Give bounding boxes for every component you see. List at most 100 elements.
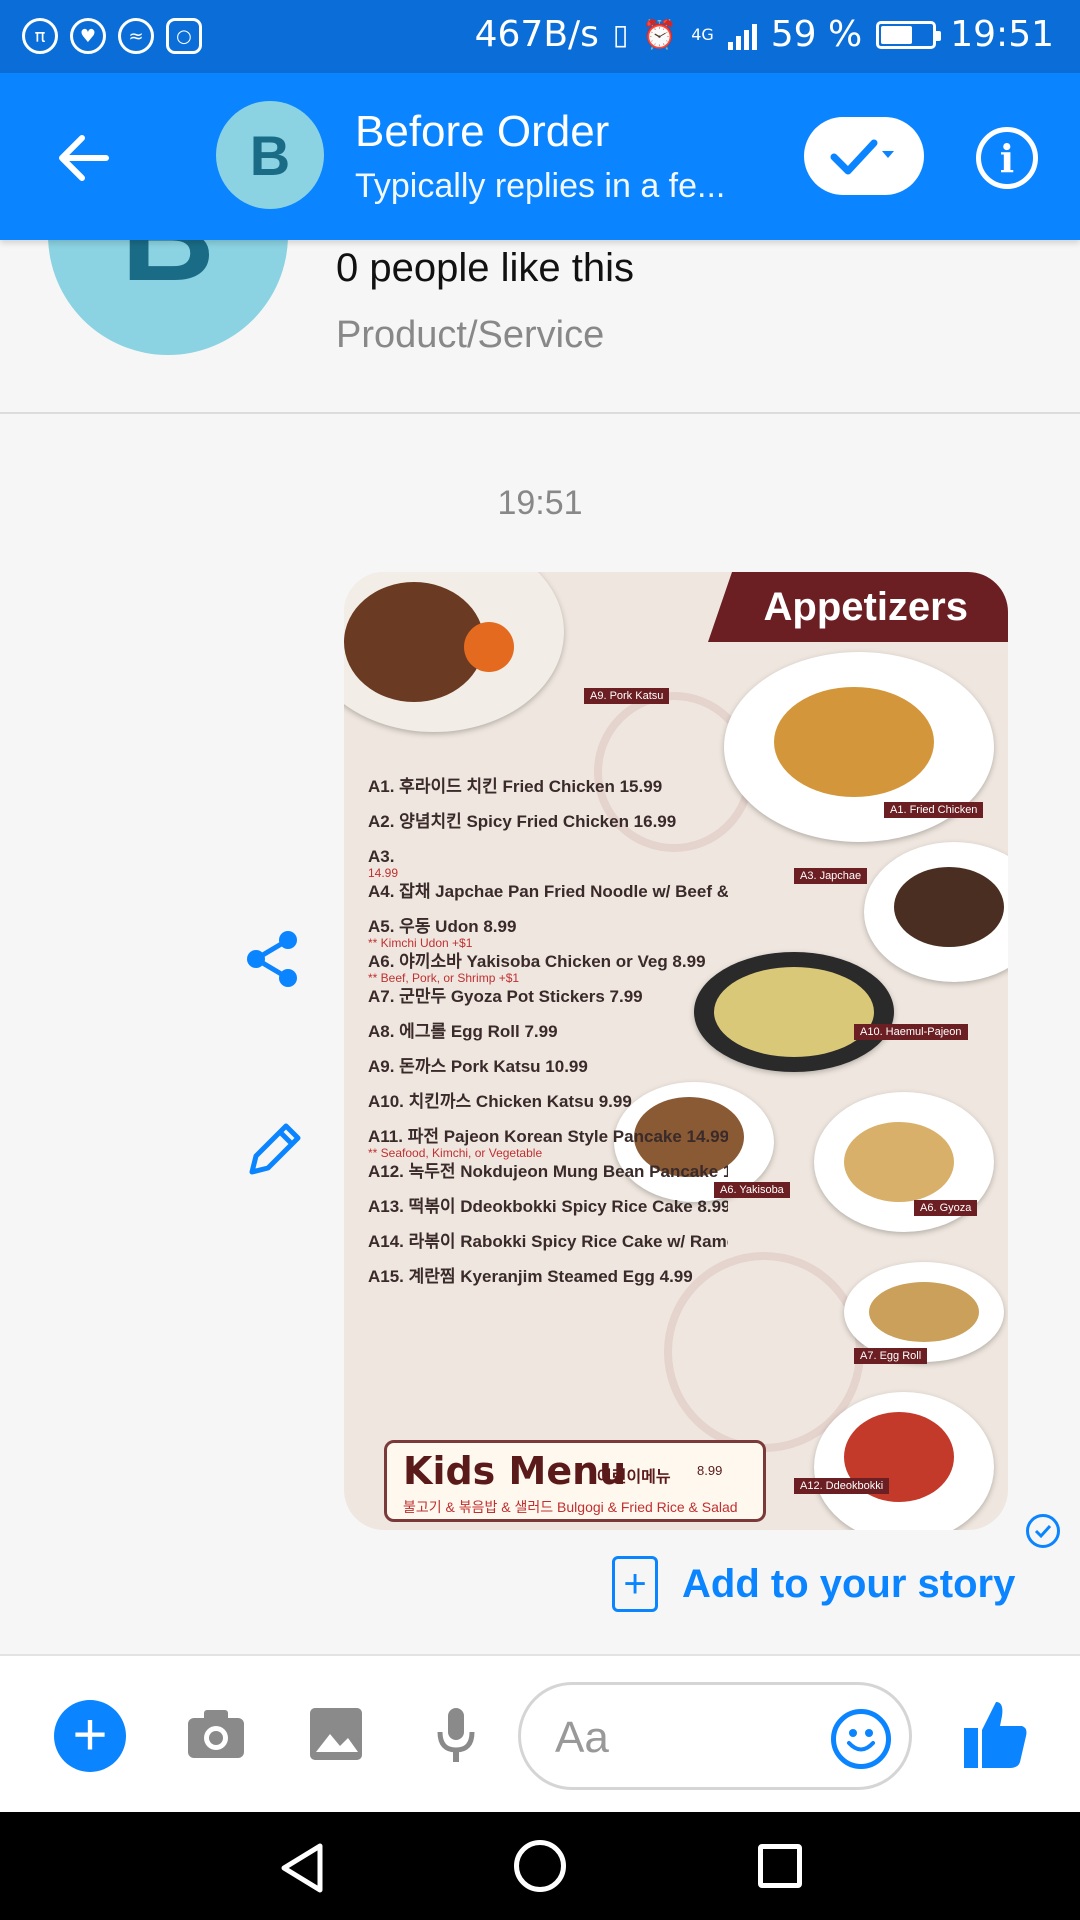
thumbs-up-icon — [964, 1702, 1027, 1768]
menu-item-text: A1. 후라이드 치킨 Fried Chicken 15.99 — [368, 777, 663, 796]
nav-back-icon[interactable] — [278, 1842, 328, 1894]
page-avatar-large[interactable]: B — [48, 240, 288, 355]
menu-item-text: A7. 군만두 Gyoza Pot Stickers 7.99 — [368, 987, 643, 1006]
menu-item-text: A13. 떡볶이 Ddeokbokki Spicy Rice Cake 8.99 — [368, 1197, 728, 1216]
menu-item-text: A11. 파전 Pajeon Korean Style Pancake 14.9… — [368, 1127, 728, 1146]
food-photo-ddeokbokki — [814, 1392, 994, 1530]
plus-icon: + — [72, 1701, 108, 1768]
more-actions-button[interactable]: + — [54, 1700, 126, 1772]
menu-item-text: A15. 계란찜 Kyeranjim Steamed Egg 4.99 — [368, 1267, 693, 1286]
menu-item-text: A3. — [368, 847, 395, 866]
camera-button[interactable] — [184, 1702, 248, 1766]
check-dropdown-icon — [830, 139, 894, 175]
conversation-title[interactable]: Before Order — [355, 107, 609, 157]
menu-item-line: A14. 라볶이 Rabokki Spicy Rice Cake w/ Rame… — [368, 1232, 728, 1267]
caption-ddeokbokki: A12. Ddeokbokki — [794, 1478, 890, 1494]
menu-item-line: A7. 군만두 Gyoza Pot Stickers 7.99 — [368, 987, 728, 1022]
kids-menu-description: 불고기 & 볶음밥 & 샐러드 Bulgogi & Fried Rice & S… — [403, 1499, 738, 1515]
menu-item-list: A1. 후라이드 치킨 Fried Chicken 15.99 A2. 양념치킨 … — [368, 777, 728, 1302]
food-photo-japchae — [864, 842, 1008, 982]
menu-item-line: A11. 파전 Pajeon Korean Style Pancake 14.9… — [368, 1127, 728, 1162]
menu-item-text: A12. 녹두전 Nokdujeon Mung Bean Pancake 14.… — [368, 1162, 728, 1181]
message-timestamp: 19:51 — [497, 484, 583, 522]
share-button[interactable] — [238, 924, 308, 994]
send-like-button[interactable] — [960, 1696, 1030, 1772]
page-avatar[interactable]: B — [216, 101, 324, 209]
heart-rate-icon: ♥ — [70, 18, 106, 54]
caption-haemul-pajeon: A10. Haemul-Pajeon — [854, 1024, 968, 1040]
menu-item-line: A9. 돈까스 Pork Katsu 10.99 — [368, 1057, 728, 1092]
menu-item-line: A15. 계란찜 Kyeranjim Steamed Egg 4.99 — [368, 1267, 728, 1302]
emoji-icon — [847, 1729, 875, 1752]
menu-item-line: A8. 에그롤 Egg Roll 7.99 — [368, 1022, 728, 1057]
add-to-story-label: Add to your story — [682, 1561, 1016, 1606]
menu-item-line: A13. 떡볶이 Ddeokbokki Spicy Rice Cake 8.99 — [368, 1197, 728, 1232]
menu-item-note: ** Beef, Pork, or Shrimp +$1 — [368, 971, 520, 985]
nav-home-icon[interactable] — [514, 1840, 566, 1892]
back-button[interactable] — [48, 123, 118, 193]
status-bar: π ♥ ≈ ○ 467B/s ▯ ⏰ 4G 59 % 19:51 — [0, 0, 1080, 73]
emoji-button[interactable] — [831, 1709, 891, 1769]
battery-level — [881, 25, 912, 44]
conversation-header: B Before Order Typically replies in a fe… — [0, 73, 1080, 240]
kids-menu-title: Kids Menu — [403, 1449, 627, 1493]
instagram-icon: ○ — [166, 18, 202, 54]
message-input[interactable]: Aa — [518, 1682, 912, 1790]
pi-icon: π — [22, 18, 58, 54]
menu-item-text: A6. 야끼소바 Yakisoba Chicken or Veg 8.99 — [368, 952, 706, 971]
response-time: Typically replies in a fe... — [355, 167, 726, 205]
vibrate-icon: ▯ — [612, 18, 629, 51]
menu-item-text: A14. 라볶이 Rabokki Spicy Rice Cake w/ Rame… — [368, 1232, 728, 1251]
sent-image-message[interactable]: A9. Pork Katsu Appetizers A1. Fried Chic… — [344, 572, 1008, 1530]
message-composer: + Aa — [0, 1654, 1080, 1812]
mark-done-button[interactable] — [804, 117, 924, 195]
clock: 19:51 — [950, 14, 1054, 55]
menu-item-text: A2. 양념치킨 Spicy Fried Chicken 16.99 — [368, 812, 677, 831]
food-photo-pork-katsu — [344, 572, 564, 732]
system-status: 467B/s ▯ ⏰ 4G 59 % 19:51 — [475, 14, 1054, 55]
battery-icon — [876, 20, 942, 49]
page-likes: 0 people like this — [336, 246, 634, 290]
menu-item-note: ** Kimchi Udon +$1 — [368, 936, 473, 950]
kids-menu-box: Kids Menu 어린이메뉴 8.99 불고기 & 볶음밥 & 샐러드 Bul… — [384, 1440, 766, 1522]
caption-fried-chicken: A1. Fried Chicken — [884, 802, 984, 818]
edit-pencil-icon — [249, 1123, 301, 1175]
edit-button[interactable] — [238, 1114, 308, 1184]
menu-item-line: A10. 치킨까스 Chicken Katsu 9.99 — [368, 1092, 728, 1127]
menu-item-text: A5. 우동 Udon 8.99 — [368, 917, 517, 936]
voice-button[interactable] — [424, 1702, 488, 1766]
info-button[interactable]: i — [976, 127, 1038, 189]
camera-icon — [188, 1710, 244, 1758]
add-to-story-button[interactable]: + Add to your story — [612, 1554, 1015, 1614]
story-plus-icon: + — [612, 1556, 658, 1612]
gallery-button[interactable] — [304, 1702, 368, 1766]
message-input-placeholder: Aa — [555, 1713, 609, 1762]
menu-item-line: A1. 후라이드 치킨 Fried Chicken 15.99 — [368, 777, 728, 812]
menu-heading: Appetizers — [708, 572, 1008, 642]
back-arrow-icon — [59, 135, 109, 181]
kids-menu-price: 8.99 — [697, 1463, 723, 1478]
menu-item-line: A5. 우동 Udon 8.99 ** Kimchi Udon +$1 — [368, 917, 728, 952]
caption-japchae: A3. Japchae — [794, 868, 868, 884]
caption-pork-katsu: A9. Pork Katsu — [584, 688, 670, 704]
notification-icons: π ♥ ≈ ○ — [22, 18, 202, 54]
menu-item-text: A10. 치킨까스 Chicken Katsu 9.99 — [368, 1092, 632, 1111]
alarm-icon: ⏰ — [642, 18, 678, 51]
message-list[interactable]: 19:51 A9. Pork Katsu Appetizers A1. Frie… — [0, 414, 1080, 1654]
menu-item-text: A9. 돈까스 Pork Katsu 10.99 — [368, 1057, 588, 1076]
page-info-card: B 0 people like this Product/Service — [0, 240, 1080, 414]
nav-recents-icon[interactable] — [758, 1844, 802, 1888]
menu-item-line: A6. 야끼소바 Yakisoba Chicken or Veg 8.99 ** … — [368, 952, 728, 987]
page-category: Product/Service — [336, 314, 605, 356]
system-navigation-bar — [0, 1812, 1080, 1920]
share-icon — [247, 931, 297, 987]
microphone-icon — [437, 1708, 475, 1762]
menu-item-line: A3. 14.99 — [368, 847, 728, 882]
menu-item-line: A2. 양념치킨 Spicy Fried Chicken 16.99 — [368, 812, 728, 847]
caption-egg-roll: A7. Egg Roll — [854, 1348, 928, 1364]
menu-item-line: A12. 녹두전 Nokdujeon Mung Bean Pancake 14.… — [368, 1162, 728, 1197]
menu-item-line: A4. 잡채 Japchae Pan Fried Noodle w/ Beef … — [368, 882, 728, 917]
food-photo-egg-roll — [844, 1262, 1004, 1362]
signal-icon — [727, 20, 757, 50]
messenger-icon: ≈ — [118, 18, 154, 54]
